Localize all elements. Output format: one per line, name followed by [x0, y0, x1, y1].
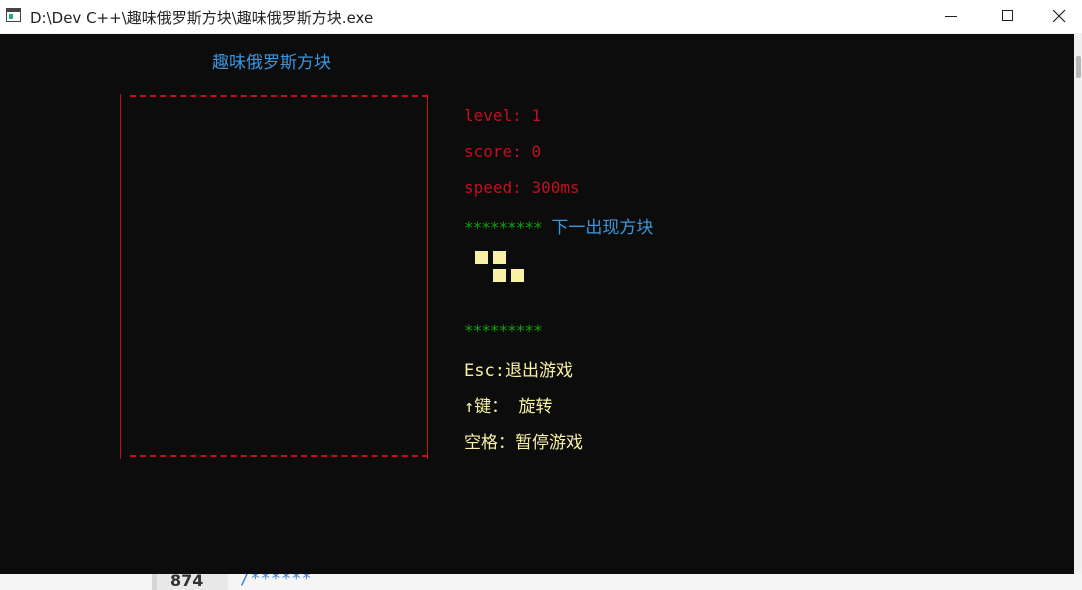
preview-cell: [511, 269, 524, 282]
level-row: level: 1: [464, 106, 541, 125]
pause-hint: 空格：暂停游戏: [464, 433, 583, 453]
speed-row: speed: 300ms: [464, 178, 580, 197]
scrollbar-thumb[interactable]: [1076, 56, 1081, 78]
editor-peek: 874 /******: [0, 574, 1082, 590]
preview-cell: [493, 269, 506, 282]
esc-hint: Esc:退出游戏: [464, 361, 573, 381]
score-row: score: 0: [464, 142, 541, 161]
game-title: 趣味俄罗斯方块: [212, 53, 331, 73]
speed-value: 300ms: [531, 178, 580, 197]
console-area[interactable]: 趣味俄罗斯方块 level: 1 score: 0 speed: 300ms *…: [0, 34, 1074, 574]
minimize-button[interactable]: [928, 0, 974, 33]
vertical-scrollbar[interactable]: [1074, 34, 1082, 574]
window-title: D:\Dev C++\趣味俄罗斯方块\趣味俄罗斯方块.exe: [30, 9, 374, 27]
board-bottom-border: [130, 455, 428, 457]
next-block-stars: *********: [464, 218, 543, 237]
minimize-icon: [945, 16, 957, 17]
level-value: 1: [531, 106, 542, 125]
editor-code-line: /******: [240, 574, 312, 589]
window-titlebar[interactable]: D:\Dev C++\趣味俄罗斯方块\趣味俄罗斯方块.exe: [0, 0, 1082, 33]
console-window-icon: [6, 8, 21, 22]
preview-cell: [475, 251, 488, 264]
next-block-preview: [474, 250, 534, 290]
board-left-border: [120, 94, 121, 459]
divider-stars: *********: [464, 321, 543, 340]
speed-label: speed:: [464, 178, 532, 197]
board-right-border: [427, 94, 428, 459]
level-label: level:: [464, 106, 532, 125]
close-icon: [1052, 9, 1066, 23]
next-block-label: 下一出现方块: [551, 218, 654, 238]
board-top-border: [130, 95, 428, 97]
rotate-hint: ↑键： 旋转: [464, 397, 553, 417]
playfield-board: [120, 94, 428, 459]
next-block-header: ********* 下一出现方块: [464, 213, 653, 238]
score-value: 0: [531, 142, 542, 161]
score-label: score:: [464, 142, 532, 161]
preview-cell: [493, 251, 506, 264]
editor-line-number: 874: [170, 574, 204, 590]
close-button[interactable]: [1036, 0, 1082, 33]
maximize-icon: [1002, 10, 1013, 21]
maximize-button[interactable]: [985, 0, 1031, 33]
